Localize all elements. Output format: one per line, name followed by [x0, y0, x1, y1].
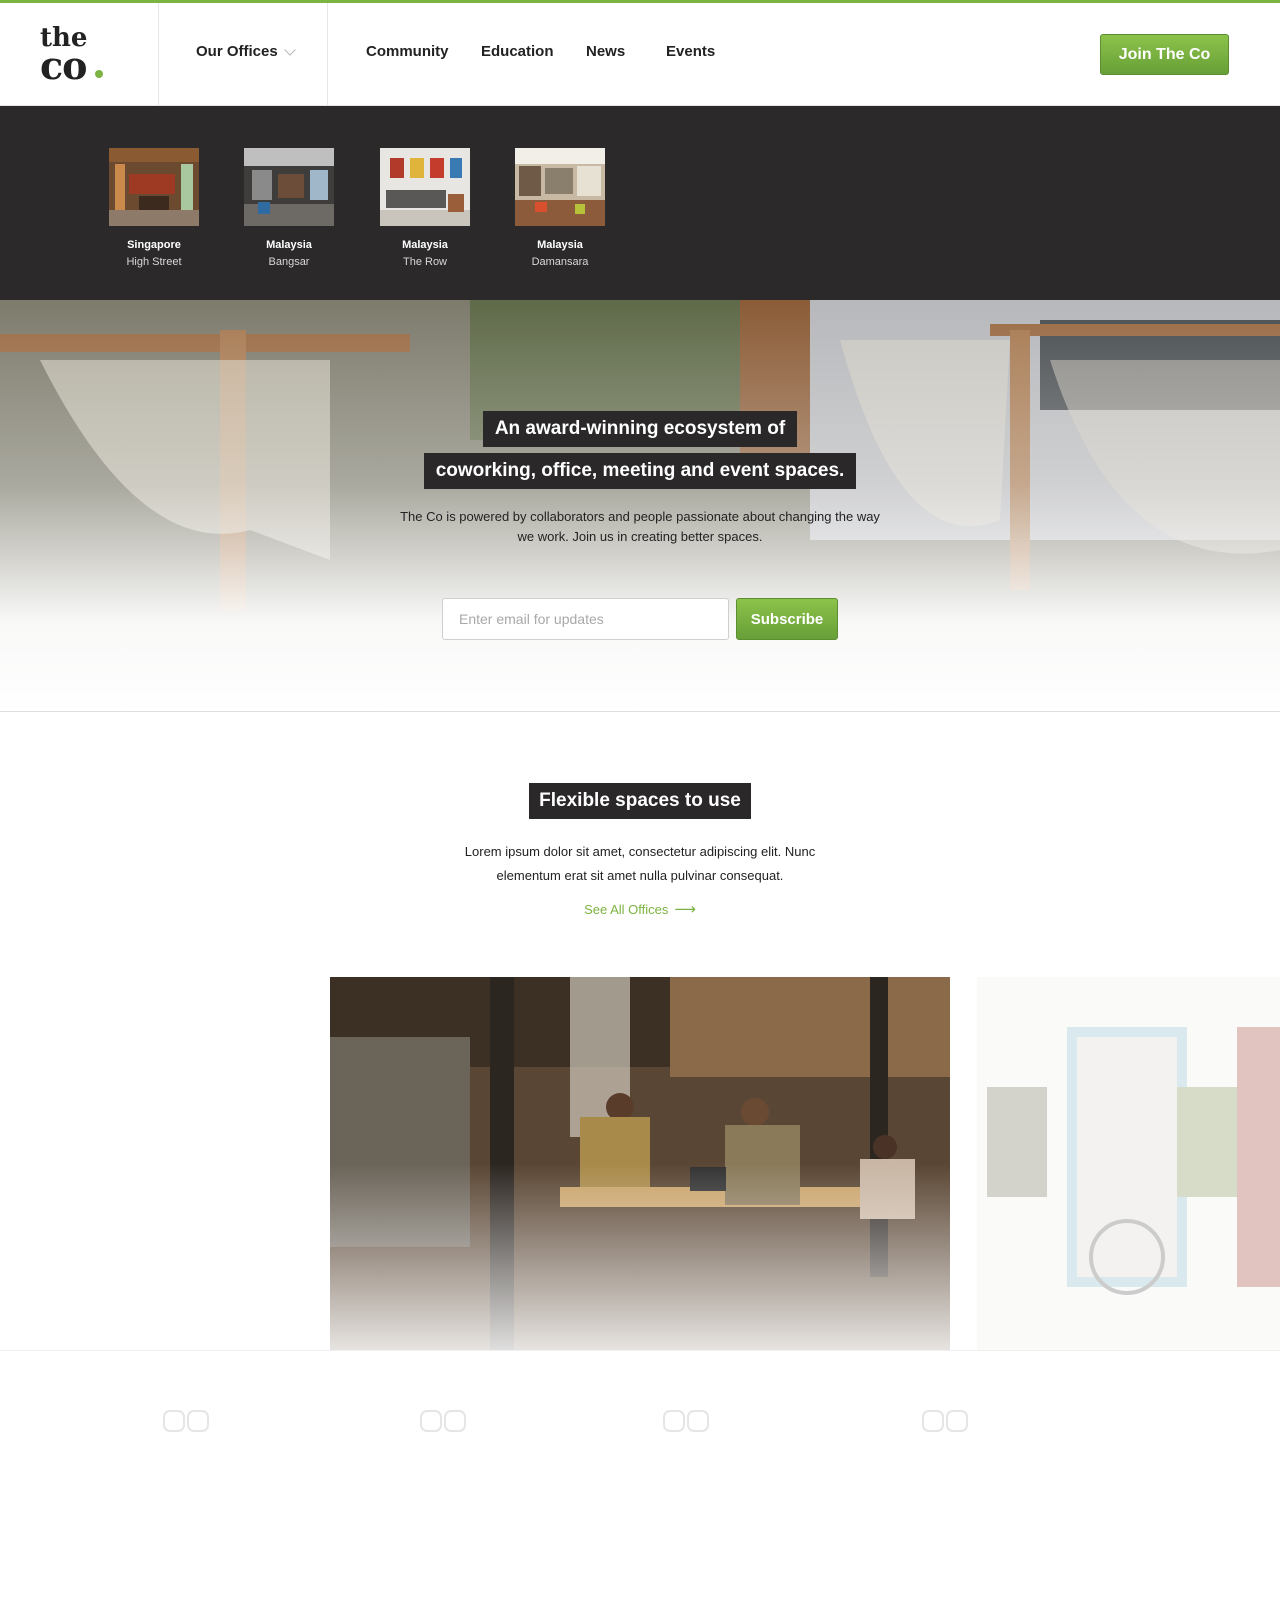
hero-section: An award-winning ecosystem of coworking,… [0, 300, 1280, 712]
office-photo [109, 148, 199, 226]
feature-icon [663, 1410, 709, 1432]
office-country: Malaysia [266, 239, 312, 251]
nav-news[interactable]: News [586, 43, 625, 60]
subscribe-button[interactable]: Subscribe [736, 598, 838, 640]
offices-dropdown: Singapore High Street Malaysia Bangsar M… [0, 106, 1280, 300]
hero-headline-text: An award-winning ecosystem of [482, 411, 798, 447]
nav-our-offices[interactable]: Our Offices [196, 43, 296, 60]
gallery-fade-overlay [330, 977, 950, 1350]
office-country: Singapore [127, 239, 181, 251]
office-card-malaysia-bangsar[interactable]: Malaysia Bangsar [229, 148, 349, 271]
office-country: Malaysia [537, 239, 583, 251]
office-photo [244, 148, 334, 226]
header-divider [327, 3, 328, 106]
hero-fade-overlay [0, 300, 1280, 712]
office-card-malaysia-the-row[interactable]: Malaysia The Row [365, 148, 485, 271]
feature-icon [163, 1410, 209, 1432]
nav-events[interactable]: Events [666, 43, 715, 60]
flexible-title-text: Flexible spaces to use [529, 783, 751, 819]
see-all-offices-link[interactable]: See All Offices ⟶ [0, 900, 1280, 918]
gallery-photo-main[interactable] [330, 977, 950, 1350]
join-button[interactable]: Join The Co [1100, 34, 1229, 75]
nav-community[interactable]: Community [366, 43, 449, 60]
hero-headline-line1: An award-winning ecosystem of [0, 411, 1280, 447]
office-branch: Bangsar [268, 256, 310, 268]
arrow-right-icon: ⟶ [674, 901, 696, 918]
nav-education[interactable]: Education [481, 43, 554, 60]
chevron-down-icon [284, 43, 296, 56]
hero-headline-line2: coworking, office, meeting and event spa… [0, 453, 1280, 489]
flexible-section-title: Flexible spaces to use [0, 783, 1280, 819]
logo[interactable]: the co [40, 25, 120, 85]
office-card-singapore-high-street[interactable]: Singapore High Street [94, 148, 214, 271]
hero-headline-text: coworking, office, meeting and event spa… [423, 453, 857, 489]
nav-our-offices-label: Our Offices [196, 43, 278, 60]
office-branch: The Row [402, 256, 448, 268]
site-header: the co Our Offices Community Education N… [0, 3, 1280, 106]
flexible-description: Lorem ipsum dolor sit amet, consectetur … [464, 844, 816, 883]
hero-description: The Co is powered by collaborators and p… [400, 509, 880, 544]
office-country: Malaysia [402, 239, 448, 251]
office-card-malaysia-damansara[interactable]: Malaysia Damansara [500, 148, 620, 271]
office-photo [380, 148, 470, 226]
feature-icon [420, 1410, 466, 1432]
gallery-fade-overlay [977, 977, 1280, 1350]
office-branch: Damansara [531, 256, 589, 268]
office-branch: High Street [126, 256, 182, 268]
gallery-photo-next[interactable] [977, 977, 1280, 1350]
feature-icon [922, 1410, 968, 1432]
logo-bottom-text: co [40, 43, 87, 88]
office-photo [515, 148, 605, 226]
see-all-offices-label: See All Offices [584, 902, 669, 917]
logo-dot [95, 70, 103, 78]
email-input[interactable] [442, 598, 729, 640]
section-divider [0, 711, 1280, 712]
header-divider [158, 3, 159, 106]
section-divider [0, 1350, 1280, 1351]
